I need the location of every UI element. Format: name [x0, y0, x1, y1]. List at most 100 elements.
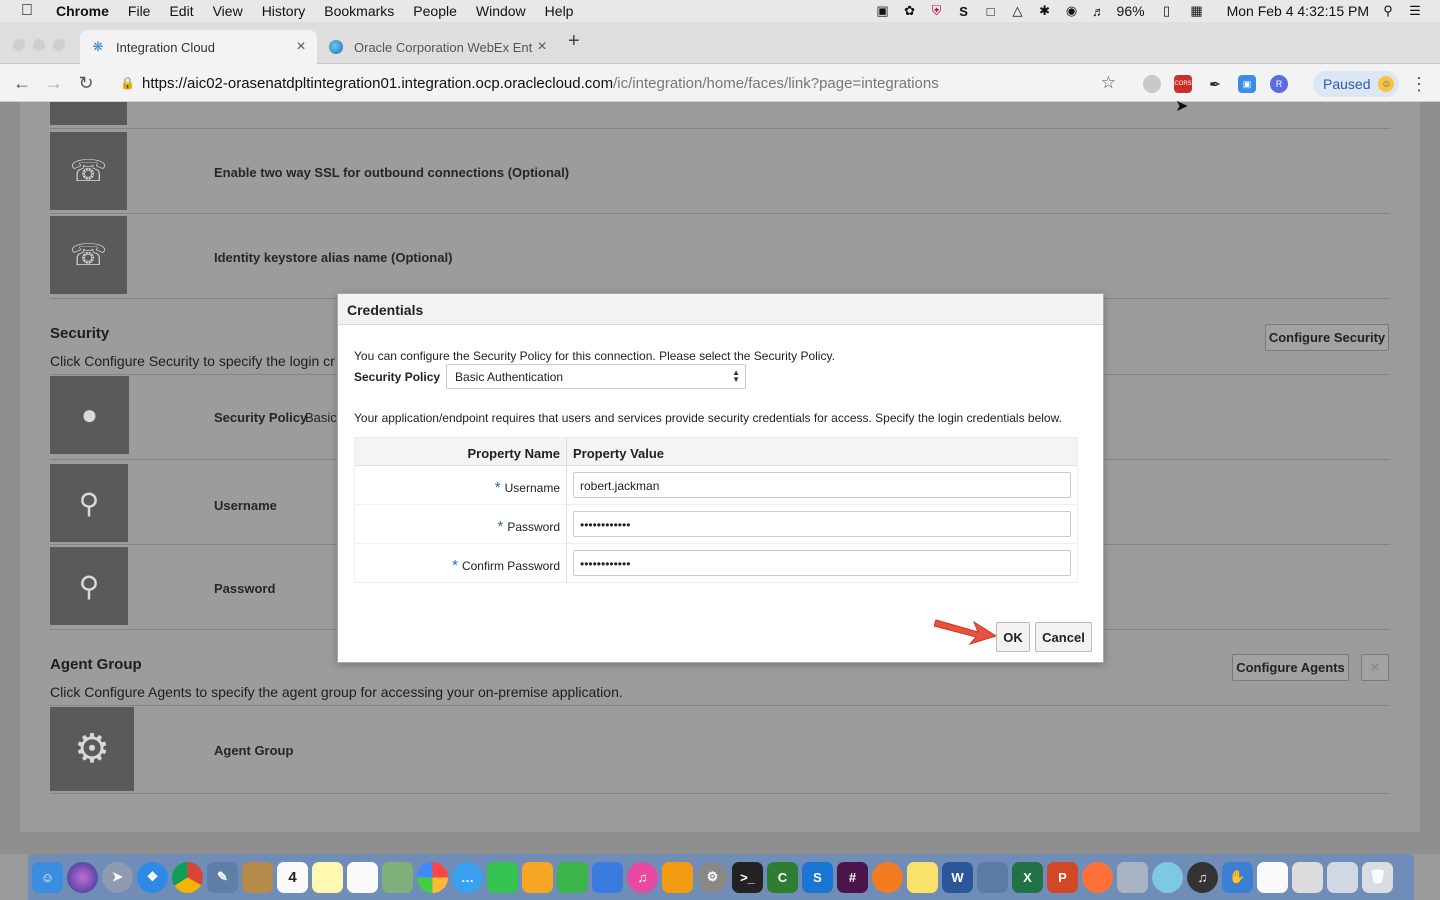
feather-extension-icon[interactable]: ✒ — [1206, 75, 1224, 93]
facetime-icon[interactable] — [487, 861, 518, 893]
cast-icon[interactable]: ▣ — [874, 3, 892, 18]
excel-icon[interactable]: X — [1012, 861, 1043, 893]
battery-icon[interactable]: ▯ — [1155, 3, 1179, 18]
table-row: * Username robert.jackman — [355, 466, 1077, 505]
menu-edit[interactable]: Edit — [169, 3, 193, 19]
address-bar[interactable]: 🔒 https://aic02-orasenatdpltintegration0… — [108, 69, 1128, 97]
remove-agent-button[interactable]: × — [1361, 654, 1389, 681]
oracle-handshake-icon[interactable] — [1257, 861, 1288, 893]
password-field[interactable]: •••••••••••• — [573, 511, 1071, 537]
ok-button[interactable]: OK — [996, 622, 1030, 652]
grey-circle-extension-icon[interactable] — [1143, 75, 1161, 93]
tab-integration-cloud[interactable]: ❋ Integration Cloud × — [80, 30, 317, 64]
disk-utility-icon[interactable] — [1117, 861, 1148, 893]
preview-icon[interactable]: ✎ — [207, 861, 238, 893]
wifi-icon[interactable]: ◉ — [1063, 3, 1081, 18]
security-policy-select[interactable]: Basic Authentication ▲ ▼ — [446, 364, 746, 389]
gear-status-icon[interactable]: ✿ — [901, 3, 919, 18]
camtasia-icon[interactable]: C — [767, 861, 798, 893]
ibooks-icon[interactable] — [662, 861, 693, 893]
confirm-password-field[interactable]: •••••••••••• — [573, 550, 1071, 576]
reload-button[interactable]: ↻ — [76, 73, 96, 93]
system-preferences-icon[interactable]: ⚙ — [697, 861, 728, 893]
launchpad-icon[interactable]: ➤ — [102, 861, 133, 893]
stickies-icon[interactable] — [312, 861, 343, 893]
property-name: Username — [504, 481, 560, 495]
menu-help[interactable]: Help — [545, 3, 574, 19]
cancel-button[interactable]: Cancel — [1035, 622, 1092, 652]
back-button[interactable]: ← — [12, 73, 32, 93]
slack-icon[interactable]: # — [837, 861, 868, 893]
menu-app-name[interactable]: Chrome — [56, 3, 109, 19]
tab-close-icon[interactable]: × — [534, 38, 550, 56]
chrome-menu-icon[interactable]: ⋮ — [1410, 74, 1428, 95]
trash-icon[interactable]: 🗑 — [1362, 861, 1393, 893]
scanner-icon[interactable] — [1292, 861, 1323, 893]
keynote-icon[interactable] — [592, 861, 623, 893]
photos-icon[interactable] — [417, 861, 448, 893]
forward-button[interactable]: → — [44, 73, 64, 93]
terminal-icon[interactable]: >_ — [732, 861, 763, 893]
network-icon[interactable] — [1327, 861, 1358, 893]
menu-bookmarks[interactable]: Bookmarks — [324, 3, 394, 19]
headphones-icon[interactable]: ♫ — [1187, 861, 1218, 893]
spotlight-search-icon[interactable]: ⚲ — [1379, 3, 1397, 18]
configure-security-button[interactable]: Configure Security — [1265, 324, 1389, 351]
pages-icon[interactable] — [522, 861, 553, 893]
window-zoom-button[interactable] — [53, 39, 65, 51]
notes-brown-icon[interactable] — [242, 861, 273, 893]
virtualbox-icon[interactable] — [977, 861, 1008, 893]
shield-icon[interactable]: ⛨ — [928, 3, 946, 18]
row-value: Basic — [305, 410, 337, 425]
battery-percent[interactable]: 96% — [1117, 3, 1145, 19]
firefox-icon[interactable] — [1082, 861, 1113, 893]
hand-icon[interactable]: ✋ — [1222, 861, 1253, 893]
required-asterisk: * — [494, 479, 501, 496]
siri-icon[interactable] — [67, 861, 98, 893]
volume-icon[interactable]: ♬ — [1090, 4, 1108, 19]
s-app-icon[interactable]: S — [955, 4, 973, 19]
display-icon[interactable]: □ — [982, 4, 1000, 19]
bookmark-star-icon[interactable]: ☆ — [1101, 73, 1116, 93]
clock[interactable]: Mon Feb 4 4:32:15 PM — [1227, 3, 1369, 19]
dialog-title: Credentials — [338, 294, 1103, 325]
powerpoint-icon[interactable]: P — [1047, 861, 1078, 893]
messages-icon[interactable]: … — [452, 861, 483, 893]
cors-extension-icon[interactable]: CORS — [1174, 75, 1192, 93]
window-minimize-button[interactable] — [33, 39, 45, 51]
bubble-icon[interactable] — [1152, 861, 1183, 893]
tab-webex[interactable]: Oracle Corporation WebEx Ent × — [318, 30, 558, 64]
menu-history[interactable]: History — [262, 3, 306, 19]
menu-people[interactable]: People — [413, 3, 457, 19]
configure-agents-button[interactable]: Configure Agents — [1232, 654, 1349, 681]
reminders-icon[interactable] — [347, 861, 378, 893]
screenshot-extension-icon[interactable]: ▣ — [1238, 75, 1256, 93]
bluetooth-icon[interactable]: ✱ — [1036, 3, 1054, 18]
new-tab-button[interactable]: + — [568, 30, 580, 53]
finder-icon[interactable]: ☺ — [32, 861, 63, 893]
menu-view[interactable]: View — [213, 3, 243, 19]
numbers-icon[interactable] — [557, 861, 588, 893]
apple-menu-icon[interactable]:  — [18, 2, 36, 20]
paw-icon[interactable] — [872, 861, 903, 893]
menu-file[interactable]: File — [128, 3, 151, 19]
profile-paused-button[interactable]: Paused ☺ — [1313, 71, 1399, 97]
chrome-icon[interactable] — [172, 861, 203, 893]
calendar-day: 4 — [288, 868, 297, 886]
calendar-icon[interactable]: 4 — [277, 861, 308, 893]
browser-toolbar: ← → ↻ 🔒 https://aic02-orasenatdpltintegr… — [0, 64, 1440, 102]
window-close-button[interactable] — [13, 39, 25, 51]
r-extension-icon[interactable]: R — [1270, 75, 1288, 93]
menu-window[interactable]: Window — [476, 3, 526, 19]
itunes-icon[interactable]: ♫ — [627, 861, 658, 893]
calendar-icon[interactable]: ▦ — [1188, 3, 1206, 18]
notes-yellow-icon[interactable] — [907, 861, 938, 893]
tab-close-icon[interactable]: × — [293, 38, 309, 56]
s-app-icon[interactable]: S — [802, 861, 833, 893]
airplay-icon[interactable]: △ — [1009, 3, 1027, 18]
word-icon[interactable]: W — [942, 861, 973, 893]
username-field[interactable]: robert.jackman — [573, 472, 1071, 498]
notification-center-icon[interactable]: ☰ — [1406, 3, 1424, 18]
safari-icon[interactable]: ❖ — [137, 861, 168, 893]
maps-icon[interactable] — [382, 861, 413, 893]
